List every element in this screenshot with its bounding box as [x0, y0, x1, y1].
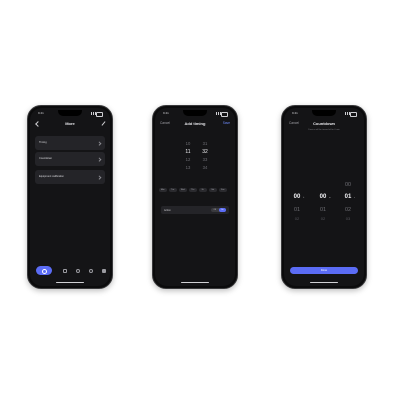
status-bar: 9:41 — [36, 111, 104, 117]
screen: 9:41 Cancel Add timing Save 10 11 12 13 … — [155, 108, 235, 286]
minutes-unit: m — [329, 197, 331, 199]
chevron-right-icon — [97, 140, 102, 145]
menu-item-timing[interactable]: Timing — [35, 136, 105, 150]
countdown-subtitle: Device will be turned off in 0 min — [308, 129, 340, 131]
day-chip[interactable]: Sat — [209, 188, 217, 192]
day-chip[interactable]: Tue — [169, 188, 177, 192]
seconds-unit: s — [354, 197, 356, 199]
toggle-off[interactable]: Off — [211, 208, 219, 212]
hours-option[interactable]: 02 — [295, 216, 299, 221]
home-indicator — [310, 281, 338, 283]
action-row: Action Off On — [161, 206, 229, 214]
nav-bar: Cancel Add timing Save — [159, 120, 231, 128]
tab-power[interactable] — [36, 266, 52, 275]
nav-bar: Cancel Countdown — [288, 120, 360, 128]
page-title: Add timing — [184, 121, 206, 126]
battery-icon — [350, 112, 357, 117]
hour-selected[interactable]: 11 — [185, 149, 190, 155]
status-time: 9:41 — [292, 111, 298, 115]
settings-icon[interactable] — [89, 268, 93, 273]
minute-option[interactable]: 31 — [203, 141, 208, 146]
day-chip[interactable]: Sun — [219, 188, 227, 192]
bulb-icon[interactable] — [76, 268, 80, 273]
minutes-selected[interactable]: 00 — [320, 194, 327, 200]
battery-icon — [221, 112, 228, 117]
screen: 9:41 Cancel Countdown Device will be tur… — [284, 108, 364, 286]
screen: 9:41 More Timing Countdown Equipment cal… — [30, 108, 110, 286]
status-time: 9:41 — [163, 111, 169, 115]
hours-unit: h — [303, 197, 305, 199]
seconds-option[interactable]: 00 — [345, 182, 351, 188]
day-chip[interactable]: Thu — [189, 188, 197, 192]
menu-item-calibration[interactable]: Equipment calibration — [35, 170, 105, 184]
hour-option[interactable]: 13 — [186, 165, 191, 170]
day-chip[interactable]: Wed — [179, 188, 187, 192]
phone-add-timing-screen: 9:41 Cancel Add timing Save 10 11 12 13 … — [152, 105, 238, 289]
home-indicator — [181, 281, 209, 283]
nav-bar: More — [34, 120, 106, 128]
phone-countdown-screen: 9:41 Cancel Countdown Device will be tur… — [281, 105, 367, 289]
save-button[interactable]: Save — [223, 121, 230, 125]
seconds-option[interactable]: 02 — [345, 207, 351, 213]
menu-item-label: Timing — [39, 141, 47, 144]
home-indicator — [56, 281, 84, 283]
day-chip[interactable]: Fri — [199, 188, 207, 192]
phone-more-screen: 9:41 More Timing Countdown Equipment cal… — [27, 105, 113, 289]
action-label: Action — [164, 208, 171, 212]
chevron-right-icon — [97, 174, 102, 179]
minutes-option[interactable]: 02 — [321, 216, 325, 221]
minute-option[interactable]: 33 — [203, 157, 208, 162]
toggle-on[interactable]: On — [218, 208, 226, 212]
status-time: 9:41 — [38, 111, 44, 115]
chevron-right-icon — [97, 156, 102, 161]
hour-option[interactable]: 12 — [186, 157, 191, 162]
battery-icon — [96, 112, 103, 117]
page-title: More — [65, 121, 75, 126]
hours-selected[interactable]: 00 — [294, 194, 301, 200]
status-bar: 9:41 — [290, 111, 358, 117]
minute-selected[interactable]: 32 — [202, 149, 208, 155]
stats-icon[interactable] — [63, 268, 67, 273]
seconds-selected[interactable]: 01 — [345, 194, 352, 200]
grid-icon[interactable] — [102, 268, 106, 273]
page-title: Countdown — [313, 121, 335, 126]
menu-item-label: Equipment calibration — [39, 175, 64, 178]
hours-option[interactable]: 01 — [294, 207, 300, 213]
power-icon — [42, 268, 47, 274]
status-bar: 9:41 — [161, 111, 229, 117]
done-button[interactable]: Done — [290, 267, 358, 274]
tab-bar — [35, 266, 106, 276]
seconds-option[interactable]: 03 — [346, 216, 350, 221]
day-chip[interactable]: Mon — [159, 188, 167, 192]
minutes-option[interactable]: 01 — [320, 207, 326, 213]
on-off-toggle[interactable]: Off On — [211, 208, 226, 212]
minute-option[interactable]: 34 — [203, 165, 208, 170]
menu-item-label: Countdown — [39, 157, 53, 160]
menu-item-countdown[interactable]: Countdown — [35, 152, 105, 166]
hour-option[interactable]: 10 — [186, 141, 191, 146]
